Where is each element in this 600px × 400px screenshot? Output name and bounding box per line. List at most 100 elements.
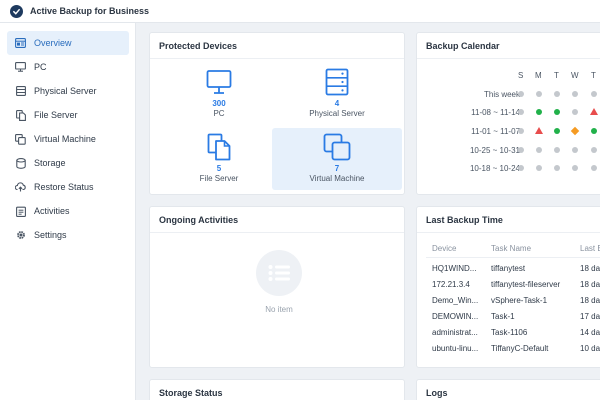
task-cell: vSphere-Task-1: [491, 296, 548, 305]
backup-failed-icon[interactable]: [535, 127, 543, 134]
device-tile-pc[interactable]: 300 PC: [154, 63, 284, 125]
week-label: 11-08 ~ 11-14: [471, 108, 520, 117]
no-backup-dot[interactable]: [591, 91, 597, 97]
sidebar-item-physical-server[interactable]: Physical Server: [7, 79, 129, 103]
sidebar-item-label: File Server: [34, 110, 78, 120]
week-label: 10-25 ~ 10-31: [469, 146, 520, 155]
sidebar-item-virtual-machine[interactable]: Virtual Machine: [7, 127, 129, 151]
device-type-label: File Server: [199, 174, 239, 183]
storage-icon: [15, 157, 26, 169]
task-cell: tiffanytest: [491, 264, 526, 273]
device-tile-virtual-machine[interactable]: 7 Virtual Machine: [272, 128, 402, 190]
last-backup-time-card: Last Backup Time Device Task Name Last B…: [416, 206, 600, 368]
app-title: Active Backup for Business: [30, 6, 150, 16]
no-backup-dot[interactable]: [554, 147, 560, 153]
device-cell: ubuntu-linu...: [432, 344, 479, 353]
card-title: Last Backup Time: [426, 215, 503, 225]
device-type-label: Physical Server: [309, 109, 365, 118]
virtual-machine-icon: [15, 133, 26, 145]
sidebar-item-label: Storage: [34, 158, 66, 168]
divider: [150, 58, 404, 59]
day-header-tue: T: [554, 71, 559, 80]
device-cell: 172.21.3.4: [432, 280, 470, 289]
sidebar-item-file-server[interactable]: File Server: [7, 103, 129, 127]
sidebar-item-storage[interactable]: Storage: [7, 151, 129, 175]
sidebar-item-overview[interactable]: Overview: [7, 31, 129, 55]
sidebar-item-pc[interactable]: PC: [7, 55, 129, 79]
no-backup-dot[interactable]: [591, 165, 597, 171]
card-title: Backup Calendar: [426, 41, 500, 51]
last-backup-cell: 17 da: [580, 312, 600, 321]
no-backup-dot[interactable]: [572, 147, 578, 153]
device-tile-file-server[interactable]: 5 File Server: [154, 128, 284, 190]
divider: [417, 232, 600, 233]
no-backup-dot[interactable]: [536, 165, 542, 171]
day-header-mon: M: [535, 71, 542, 80]
card-title: Protected Devices: [159, 41, 238, 51]
column-header-device[interactable]: Device: [432, 244, 456, 253]
gear-icon: [15, 230, 26, 241]
task-cell: Task-1: [491, 312, 515, 321]
protected-devices-card: Protected Devices 300 PC 4 Physical Serv…: [149, 32, 405, 195]
card-title: Logs: [426, 388, 448, 398]
no-backup-dot[interactable]: [572, 109, 578, 115]
monitor-icon: [206, 67, 232, 97]
day-header-sun: S: [518, 71, 524, 80]
no-backup-dot[interactable]: [591, 147, 597, 153]
no-backup-dot[interactable]: [536, 91, 542, 97]
week-label: This week: [483, 90, 520, 99]
no-backup-dot[interactable]: [572, 91, 578, 97]
sidebar-item-label: Overview: [34, 38, 72, 48]
storage-status-card: Storage Status: [149, 379, 405, 400]
no-backup-dot[interactable]: [518, 91, 524, 97]
sidebar-item-label: Settings: [34, 230, 67, 240]
empty-state-text: No item: [265, 305, 293, 314]
device-count: 4: [334, 99, 340, 108]
backup-success-dot[interactable]: [554, 109, 560, 115]
backup-success-dot[interactable]: [591, 128, 597, 134]
sidebar-item-settings[interactable]: Settings: [7, 223, 129, 247]
no-backup-dot[interactable]: [554, 165, 560, 171]
sidebar-item-restore-status[interactable]: Restore Status: [7, 175, 129, 199]
column-header-last-backup[interactable]: Last B: [580, 244, 600, 253]
last-backup-cell: 18 da: [580, 296, 600, 305]
day-header-thu: T: [591, 71, 596, 80]
sidebar-item-label: Activities: [34, 206, 70, 216]
column-header-task-name[interactable]: Task Name: [491, 244, 531, 253]
file-server-icon: [207, 132, 231, 162]
no-backup-dot[interactable]: [554, 91, 560, 97]
divider: [150, 232, 404, 233]
sidebar-item-activities[interactable]: Activities: [7, 199, 129, 223]
no-backup-dot[interactable]: [518, 128, 524, 134]
day-header-wed: W: [571, 71, 579, 80]
no-backup-dot[interactable]: [572, 165, 578, 171]
backup-warning-icon[interactable]: [570, 126, 580, 136]
no-backup-dot[interactable]: [518, 109, 524, 115]
backup-failed-icon[interactable]: [590, 108, 598, 115]
last-backup-cell: 18 da: [580, 280, 600, 289]
table-header-divider: [426, 257, 600, 258]
backup-success-dot[interactable]: [536, 109, 542, 115]
device-count: 300: [212, 99, 226, 108]
week-label: 10-18 ~ 10-24: [469, 164, 520, 173]
overview-icon: [15, 38, 26, 49]
title-bar: Active Backup for Business: [0, 0, 600, 23]
last-backup-cell: 14 da: [580, 328, 600, 337]
no-backup-dot[interactable]: [518, 147, 524, 153]
divider: [417, 58, 600, 59]
backup-success-dot[interactable]: [554, 128, 560, 134]
device-count: 5: [216, 164, 222, 173]
no-backup-dot[interactable]: [518, 165, 524, 171]
device-tile-physical-server[interactable]: 4 Physical Server: [272, 63, 402, 125]
server-icon: [15, 86, 26, 97]
sidebar-item-label: Virtual Machine: [34, 134, 96, 144]
week-label: 11-01 ~ 11-07: [471, 127, 520, 136]
device-cell: HQ1WIND...: [432, 264, 477, 273]
device-cell: administrat...: [432, 328, 478, 337]
no-backup-dot[interactable]: [536, 147, 542, 153]
device-type-label: Virtual Machine: [309, 174, 365, 183]
last-backup-cell: 10 da: [580, 344, 600, 353]
device-type-label: PC: [213, 109, 225, 118]
server-icon: [325, 67, 349, 97]
file-server-icon: [15, 109, 26, 121]
